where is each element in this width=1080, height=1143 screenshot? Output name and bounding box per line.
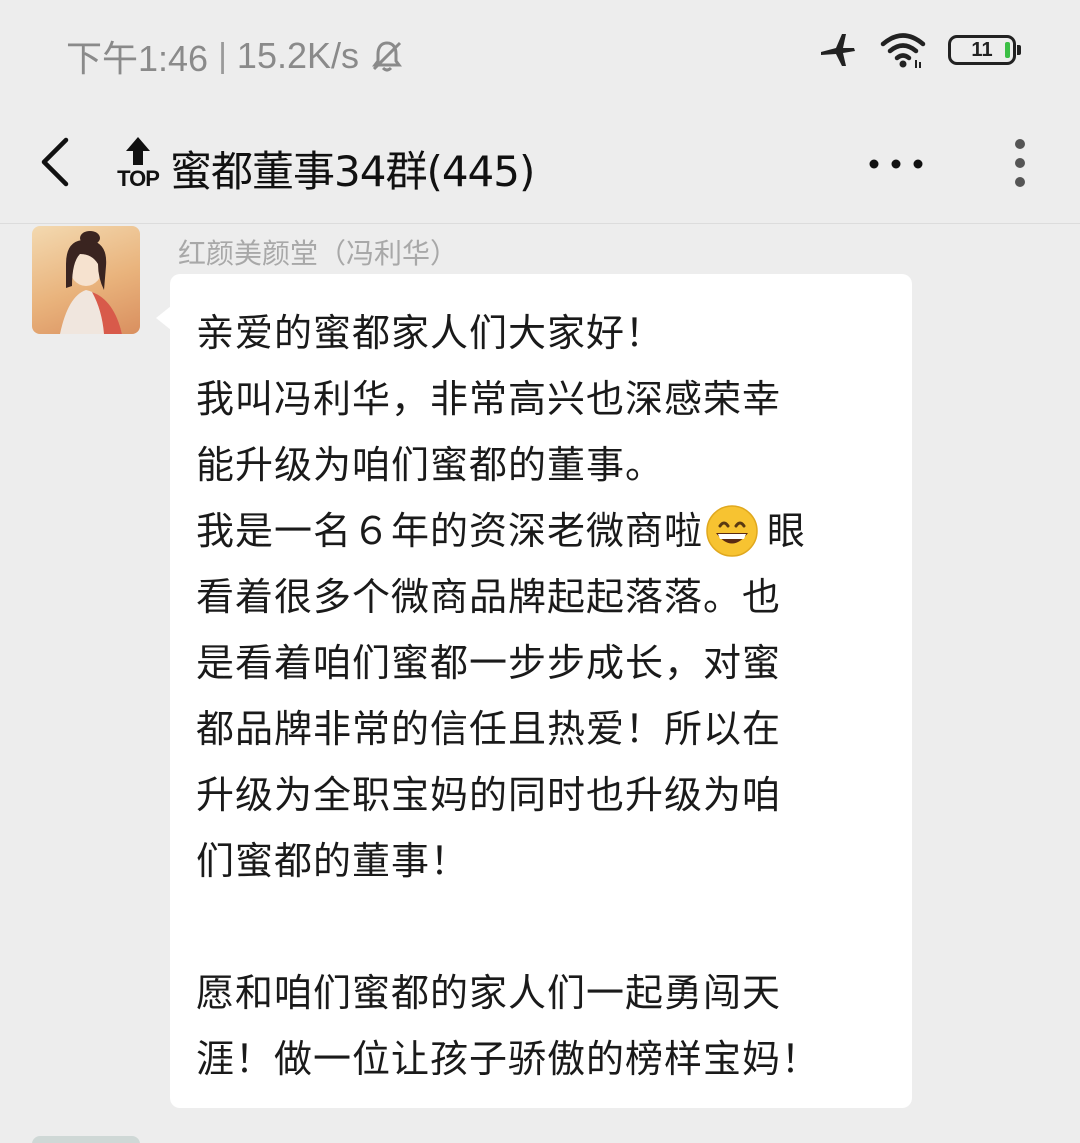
wifi-icon [880, 33, 926, 68]
network-speed: 15.2K/s [236, 35, 360, 76]
status-right: 11 [818, 30, 1021, 70]
pin-top-badge: TOP [112, 136, 164, 192]
message-line: 都品牌非常的信任且热爱！所以在 [196, 707, 782, 751]
sender-avatar[interactable] [32, 226, 140, 334]
battery-fill [1005, 42, 1010, 58]
status-separator: | [218, 36, 227, 75]
sender-name: 红颜美颜堂（冯利华） [178, 237, 459, 270]
chat-header: TOP 蜜都董事34群(445) [0, 100, 1080, 224]
mute-bell-icon [372, 41, 403, 72]
message-line: 升级为全职宝妈的同时也升级为咱 [196, 773, 782, 817]
chat-title: 蜜都董事34群(445) [170, 147, 535, 196]
more-vertical-icon[interactable] [1010, 138, 1030, 188]
status-bar: 下午1:46 | 15.2K/s 11 [0, 0, 1080, 100]
status-time: 下午1:46 [66, 38, 209, 79]
message-line: 亲爱的蜜都家人们大家好！ [196, 311, 665, 355]
battery-level: 11 [971, 38, 993, 61]
up-arrow-icon [126, 137, 150, 165]
status-left: 下午1:46 | 15.2K/s [66, 30, 405, 82]
bubble-tail [156, 306, 171, 330]
more-horizontal-icon[interactable] [868, 158, 924, 170]
message-line: 愿和咱们蜜都的家人们一起勇闯天 [196, 971, 782, 1015]
message-line: 涯！做一位让孩子骄傲的榜样宝妈！ [196, 1037, 821, 1081]
message-line: 看着很多个微商品牌起起落落。也 [196, 575, 782, 619]
airplane-icon [821, 34, 855, 66]
message-line: 是看着咱们蜜都一步步成长，对蜜 [196, 641, 782, 685]
message-line: 能升级为咱们蜜都的董事。 [196, 443, 665, 487]
message-line: 我叫冯利华，非常高兴也深感荣幸 [196, 377, 782, 421]
next-message-avatar[interactable] [32, 1136, 140, 1143]
top-label: TOP [117, 166, 160, 191]
message-line: 我是一名６年的资深老微商啦 眼 [196, 498, 892, 564]
message-line-segment: 眼 [767, 509, 807, 553]
message-line: 们蜜都的董事！ [196, 839, 470, 883]
battery-icon: 11 [948, 35, 1021, 65]
grinning-face-emoji-icon [706, 505, 758, 557]
message-line-segment: 我是一名６年的资深老微商啦 [196, 509, 704, 553]
message-text: 亲爱的蜜都家人们大家好！ 我叫冯利华，非常高兴也深感荣幸 能升级为咱们蜜都的董事… [196, 300, 892, 1092]
message-line [196, 894, 892, 960]
back-arrow-icon[interactable] [36, 136, 76, 188]
avatar-portrait [60, 231, 122, 334]
